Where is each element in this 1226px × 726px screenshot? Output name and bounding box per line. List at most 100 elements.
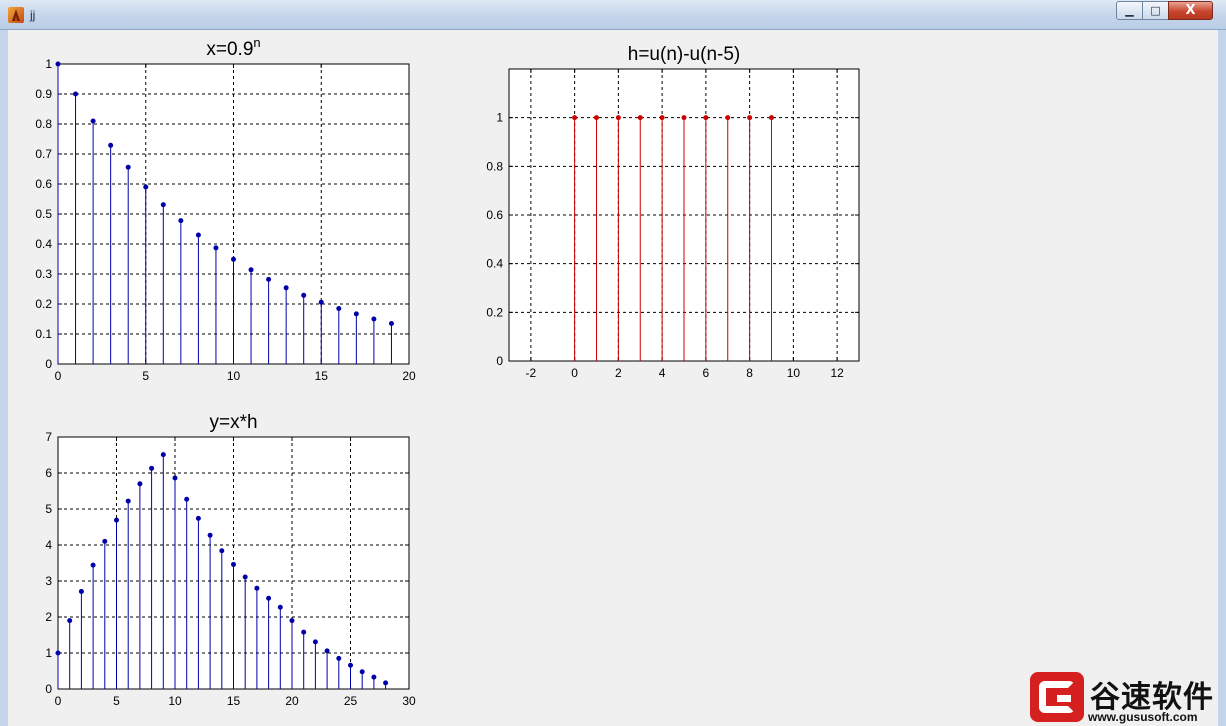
y-tick-label: 1 [45, 646, 52, 660]
stem-marker [90, 118, 96, 124]
y-tick-label: 0.4 [486, 257, 503, 271]
chart-title: y=x*h [209, 412, 257, 433]
x-tick-label: 20 [285, 694, 299, 708]
axes-2: -2 0 2 4 6 8 10 12 0 0.2 0.4 0.6 0.8 1 h=u(n)-u(n-5) [486, 44, 860, 380]
x-tick-label: 4 [659, 366, 666, 380]
stem-marker [353, 311, 359, 317]
stem-marker [160, 202, 166, 208]
y-tick-label: 0.8 [35, 117, 52, 131]
y-tick-label: 0.5 [35, 207, 52, 221]
chart-title-superscript: n [253, 35, 260, 50]
y-tick-label: 6 [45, 466, 52, 480]
x-tick-label: 15 [227, 694, 241, 708]
stem-marker [283, 285, 289, 291]
axes-1: 0 5 10 15 20 0 0.1 0.2 0.3 0.4 0.5 0.6 0.7 0.8 0.9 1 x=0… [35, 35, 416, 383]
stem-marker [659, 115, 665, 121]
stem-marker [242, 574, 248, 580]
y-tick-label: 0.1 [35, 327, 52, 341]
stem-marker [312, 639, 318, 645]
stem-marker [318, 299, 324, 305]
x-tick-label: 5 [113, 694, 120, 708]
x-tick-label: 10 [787, 366, 801, 380]
stem-marker [301, 292, 307, 298]
stem-marker [248, 267, 254, 273]
watermark-url: www.gususoft.com [1088, 710, 1198, 724]
stem-marker [78, 588, 84, 594]
stem-marker [195, 515, 201, 521]
stem-marker [371, 674, 377, 680]
chart-title: x=0.9n [206, 35, 260, 60]
y-tick-label: 0.2 [486, 305, 503, 319]
chart-title: h=u(n)-u(n-5) [628, 44, 740, 65]
stem-marker [160, 452, 166, 458]
y-tick-label: 0.7 [35, 147, 52, 161]
x-tick-label: -2 [526, 366, 537, 380]
stem-marker [266, 276, 272, 282]
x-tick-label: 2 [615, 366, 622, 380]
x-tick-label: 10 [168, 694, 182, 708]
y-tick-label: 0.3 [35, 267, 52, 281]
stem-marker [359, 669, 365, 675]
x-tick-label: 10 [227, 369, 241, 383]
stem-marker [219, 548, 225, 554]
x-tick-label: 0 [571, 366, 578, 380]
stem-marker [55, 650, 61, 656]
y-tick-label: 0.6 [35, 177, 52, 191]
stem-marker [213, 245, 219, 251]
y-tick-label: 0.8 [486, 159, 503, 173]
y-tick-label: 1 [45, 57, 52, 71]
stem-marker [231, 256, 236, 262]
stem-marker [149, 465, 155, 471]
stem-marker [102, 538, 108, 544]
watermark: 谷速软件 www.gususoft.com [1030, 670, 1226, 726]
stem-marker [266, 595, 272, 601]
figure-plots: 0 5 10 15 2000.10.20.30.40.50.60.70.80.91x=0… [35, 35, 860, 708]
stem-marker [289, 618, 295, 624]
stem-marker [108, 142, 114, 148]
x-tick-label: 8 [746, 366, 753, 380]
x-tick-label: 25 [344, 694, 358, 708]
stem-marker [143, 184, 149, 190]
y-tick-label: 7 [45, 430, 52, 444]
stem-marker [348, 662, 353, 668]
stem-marker [747, 115, 753, 121]
stem-marker [73, 91, 79, 97]
stem-marker [594, 115, 599, 121]
stem-marker [114, 517, 119, 523]
stem-marker [172, 475, 178, 481]
x-tick-label: 15 [315, 369, 329, 383]
axes-3: 0 5 10 15 20 25 30 0 1 2 3 4 5 6 7 y=x*h [45, 412, 416, 708]
y-tick-label: 3 [45, 574, 52, 588]
stem-marker [301, 629, 307, 635]
stem-marker [324, 648, 330, 654]
x-tick-label: 6 [703, 366, 710, 380]
y-tick-label: 1 [496, 111, 503, 125]
stem-marker [231, 561, 236, 567]
y-tick-label: 0.9 [35, 87, 52, 101]
stem-marker [725, 115, 731, 121]
stem-marker [125, 498, 131, 504]
y-tick-label: 2 [45, 610, 52, 624]
stem-marker [90, 562, 96, 568]
stem-marker [55, 61, 61, 67]
x-tick-label: 30 [402, 694, 416, 708]
stem-marker [137, 481, 143, 487]
stem-marker [178, 218, 184, 224]
stem-marker [637, 115, 643, 121]
y-tick-label: 0.2 [35, 297, 52, 311]
stem-marker [336, 655, 342, 661]
stem-marker [67, 618, 73, 624]
stem-marker [681, 115, 687, 121]
x-tick-label: 0 [55, 694, 62, 708]
y-tick-label: 0 [496, 354, 503, 368]
x-tick-label: 5 [142, 369, 149, 383]
stem-marker [703, 115, 709, 121]
stem-marker [184, 496, 190, 502]
stem-marker [572, 115, 578, 121]
stem-marker [371, 316, 377, 322]
gususoft-logo-icon [1030, 672, 1084, 722]
stem-marker [125, 164, 131, 170]
x-tick-label: 20 [402, 369, 416, 383]
x-tick-label: 12 [830, 366, 844, 380]
y-tick-label: 5 [45, 502, 52, 516]
